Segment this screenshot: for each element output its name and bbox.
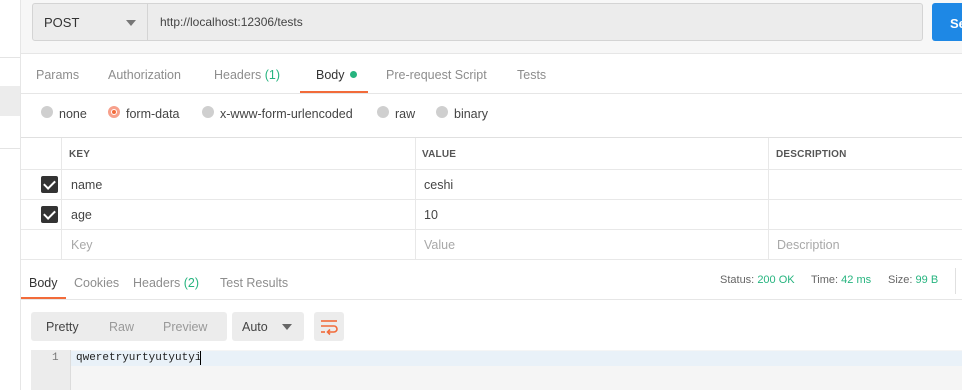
- tab-count: (2): [183, 276, 200, 290]
- active-line-highlight: [71, 351, 962, 366]
- response-tab-test-results[interactable]: Test Results: [220, 276, 288, 290]
- radio-label-x-www-form-urlencoded[interactable]: x-www-form-urlencoded: [220, 107, 353, 121]
- row-divider: [21, 259, 962, 260]
- response-tab-cookies[interactable]: Cookies: [74, 276, 119, 290]
- sidebar-edge: [0, 0, 21, 390]
- view-preview-button[interactable]: Preview: [163, 320, 207, 334]
- size-info: Size: 99 B: [888, 274, 938, 286]
- radio-none[interactable]: [41, 106, 53, 118]
- status-label: Status:: [720, 274, 755, 286]
- status-info: Status: 200 OK: [720, 274, 795, 286]
- row-divider: [21, 229, 962, 230]
- tab-label: Authorization: [108, 68, 181, 82]
- response-body-text[interactable]: qweretryurtyutyutyi: [76, 352, 201, 364]
- param-value[interactable]: 10: [424, 208, 438, 222]
- radio-form-data[interactable]: [108, 106, 120, 118]
- row-checkbox[interactable]: [41, 206, 58, 223]
- tabs-divider: [21, 93, 962, 94]
- tab-label: Params: [36, 68, 80, 82]
- tab-label: Headers: [133, 276, 181, 290]
- text-cursor: [200, 351, 201, 365]
- sidebar-divider: [0, 57, 20, 58]
- sidebar-divider: [0, 148, 20, 149]
- column-header-key: KEY: [69, 149, 91, 160]
- size-value: 99 B: [915, 274, 939, 286]
- response-tabs-divider: [21, 299, 962, 300]
- row-checkbox[interactable]: [41, 176, 58, 193]
- divider: [955, 268, 956, 294]
- url-value: http://localhost:12306/tests: [160, 15, 303, 29]
- param-key[interactable]: age: [71, 208, 92, 222]
- column-header-description: DESCRIPTION: [776, 149, 847, 160]
- radio-label-none[interactable]: none: [59, 107, 87, 121]
- chevron-down-icon: [126, 20, 136, 26]
- tab-label: Tests: [517, 68, 547, 82]
- wrap-text-icon: [321, 320, 338, 336]
- tab-count: (1): [264, 68, 281, 82]
- response-tab-headers[interactable]: Headers (2): [133, 276, 199, 290]
- row-divider: [21, 169, 962, 170]
- tab-label: Headers: [214, 68, 262, 82]
- new-value-input[interactable]: Value: [424, 238, 455, 252]
- wrap-lines-button[interactable]: [314, 312, 344, 341]
- table-border: [21, 137, 962, 138]
- time-value: 42 ms: [841, 274, 872, 286]
- tab-tests[interactable]: Tests: [517, 68, 546, 82]
- format-select-value: Auto: [242, 320, 268, 334]
- time-label: Time:: [811, 274, 839, 286]
- tab-label: Pre-request Script: [386, 68, 487, 82]
- line-number: 1: [52, 352, 59, 364]
- status-value: 200 OK: [757, 274, 795, 286]
- view-raw-button[interactable]: Raw: [109, 320, 134, 334]
- response-tab-body[interactable]: Body: [29, 276, 58, 290]
- modified-dot-icon: [349, 71, 357, 78]
- tab-body[interactable]: Body: [316, 68, 357, 82]
- size-label: Size:: [888, 274, 913, 286]
- radio-label-binary[interactable]: binary: [454, 107, 488, 121]
- editor-gutter: [31, 350, 71, 390]
- time-info: Time: 42 ms: [811, 274, 871, 286]
- view-pretty-button[interactable]: Pretty: [46, 320, 79, 334]
- radio-label-raw[interactable]: raw: [395, 107, 415, 121]
- new-description-input[interactable]: Description: [777, 238, 840, 252]
- row-divider: [21, 199, 962, 200]
- column-header-value: VALUE: [422, 149, 457, 160]
- sidebar-selected-item[interactable]: [0, 86, 20, 116]
- radio-raw[interactable]: [377, 106, 389, 118]
- param-key[interactable]: name: [71, 178, 102, 192]
- chevron-down-icon: [282, 324, 292, 330]
- tab-label: Body: [316, 68, 345, 82]
- radio-label-form-data[interactable]: form-data: [126, 107, 180, 121]
- new-key-input[interactable]: Key: [71, 238, 93, 252]
- radio-x-www-form-urlencoded[interactable]: [202, 106, 214, 118]
- tab-pre-request-script[interactable]: Pre-request Script: [386, 68, 487, 82]
- tab-params[interactable]: Params: [36, 68, 79, 82]
- tab-authorization[interactable]: Authorization: [108, 68, 181, 82]
- send-button[interactable]: Se: [932, 3, 962, 41]
- tab-headers[interactable]: Headers (1): [214, 68, 280, 82]
- param-value[interactable]: ceshi: [424, 178, 453, 192]
- method-value: POST: [44, 15, 80, 30]
- radio-binary[interactable]: [436, 106, 448, 118]
